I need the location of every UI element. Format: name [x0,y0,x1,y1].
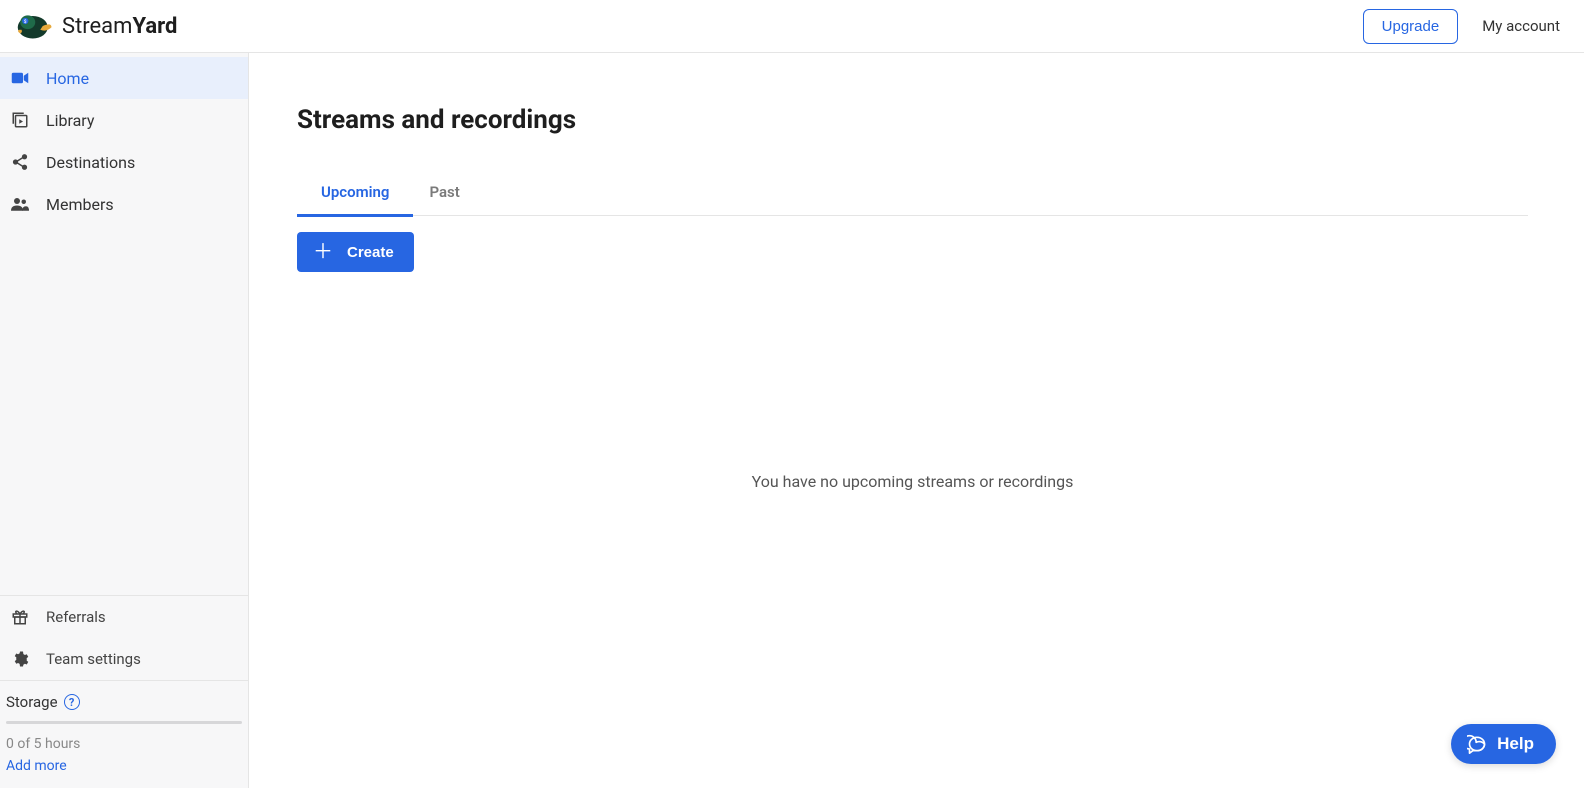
sidebar-item-members[interactable]: Members [0,183,248,225]
create-button[interactable]: ＋ Create [297,232,414,272]
sidebar-item-destinations[interactable]: Destinations [0,141,248,183]
sidebar-item-label: Library [46,111,94,130]
sidebar-item-home[interactable]: Home [0,57,248,99]
plus-icon: ＋ [313,242,333,262]
duck-logo-icon: $ [14,10,54,42]
storage-progress [6,721,242,724]
sidebar: Home Library Destinations Members [0,53,249,788]
gift-icon [10,608,30,626]
sidebar-item-referrals[interactable]: Referrals [0,596,248,638]
sidebar-nav: Home Library Destinations Members [0,53,248,225]
create-button-label: Create [347,244,394,261]
share-icon [10,153,30,171]
help-circle-icon[interactable]: ? [64,694,80,710]
help-button[interactable]: Help [1451,724,1556,764]
storage-usage-text: 0 of 5 hours [6,736,242,752]
storage-label: Storage [6,693,58,711]
tab-upcoming[interactable]: Upcoming [321,171,389,215]
brand-logo[interactable]: $ StreamYard [14,10,177,42]
sidebar-item-library[interactable]: Library [0,99,248,141]
page-title: Streams and recordings [297,105,1528,135]
sidebar-item-label: Referrals [46,608,106,626]
chat-icon [1467,734,1487,754]
camera-icon [10,71,30,85]
main-content: Streams and recordings Upcoming Past ＋ C… [249,53,1584,788]
tabs-row: Upcoming Past [297,171,1528,216]
gear-icon [10,650,30,668]
sidebar-item-team-settings[interactable]: Team settings [0,638,248,680]
tab-past[interactable]: Past [429,171,459,215]
sidebar-item-label: Team settings [46,650,141,668]
header-actions: Upgrade My account [1363,9,1560,44]
top-header: $ StreamYard Upgrade My account [0,0,1584,53]
upgrade-button[interactable]: Upgrade [1363,9,1459,44]
sidebar-item-label: Destinations [46,153,135,172]
library-icon [10,111,30,129]
sidebar-item-label: Home [46,69,89,88]
add-more-link[interactable]: Add more [6,758,242,774]
members-icon [10,197,30,211]
brand-text: StreamYard [62,14,177,39]
sidebar-item-label: Members [46,195,114,214]
help-button-label: Help [1497,734,1534,754]
storage-block: Storage ? 0 of 5 hours Add more [0,680,248,788]
empty-state-message: You have no upcoming streams or recordin… [297,472,1528,491]
my-account-link[interactable]: My account [1482,17,1560,35]
sidebar-bottom: Referrals Team settings Storage ? 0 of 5… [0,595,248,788]
